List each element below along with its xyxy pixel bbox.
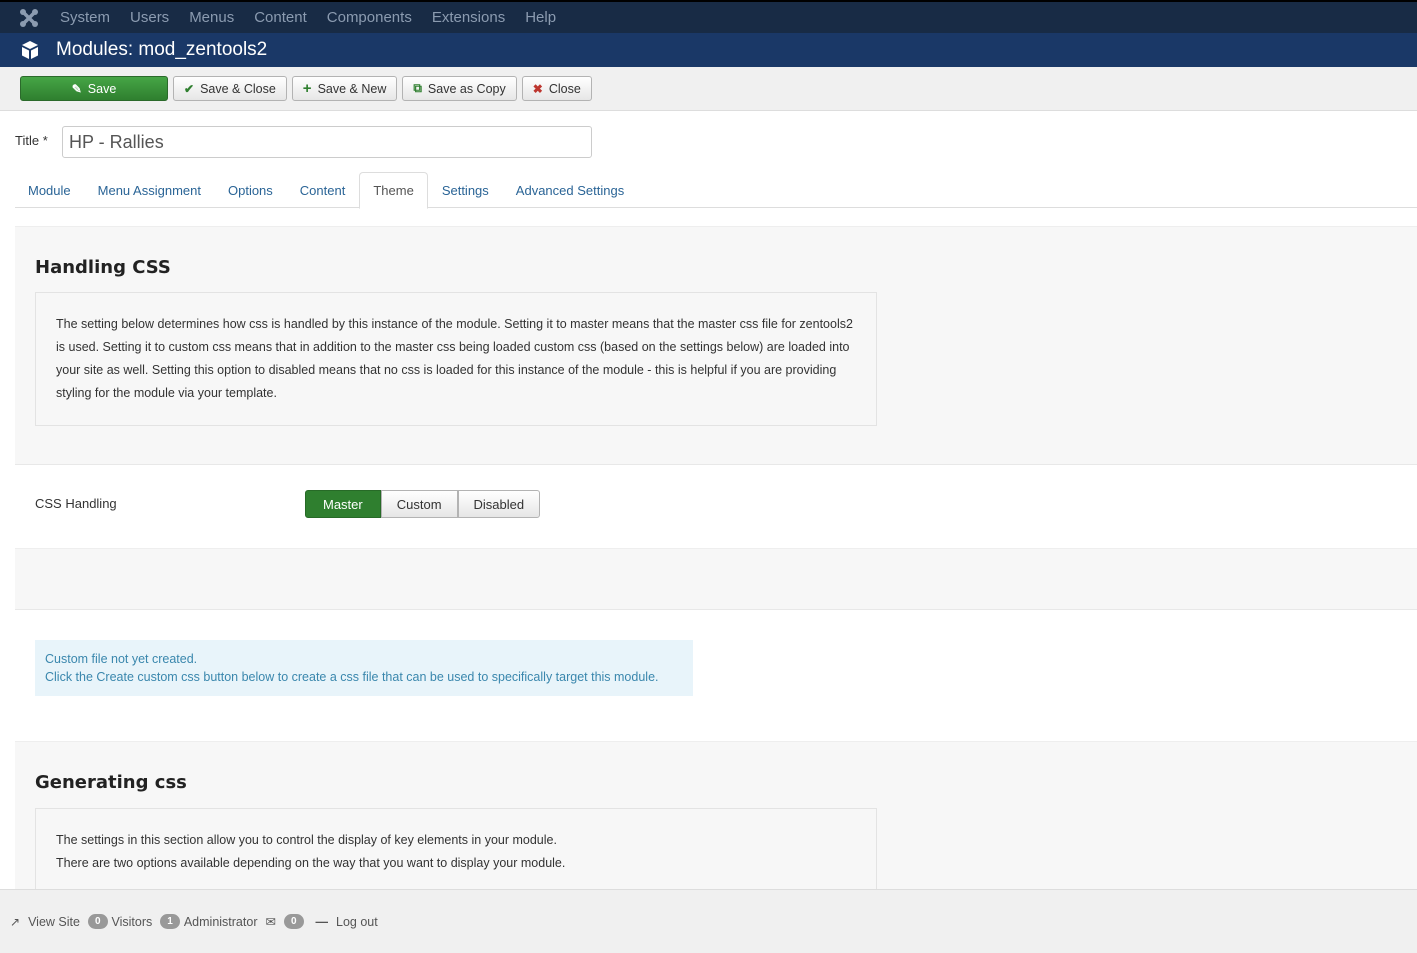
menu-menus[interactable]: Menus [189,9,234,26]
tab-bar: Module Menu Assignment Options Content T… [15,172,1417,209]
status-bar: ↗ View Site 0 Visitors 1 Administrator ✉… [0,889,1417,953]
menu-content[interactable]: Content [254,9,307,26]
save-copy-button[interactable]: ⧉ Save as Copy [402,76,517,101]
minus-icon: — [315,914,329,929]
save-close-button[interactable]: ✔ Save & Close [173,76,287,101]
visitors-count-badge: 0 [87,914,108,929]
tab-content[interactable]: Content [287,172,359,208]
visitors-indicator: 0 Visitors [87,914,153,929]
spacer-section [15,548,1417,610]
css-handling-disabled[interactable]: Disabled [457,490,541,518]
admin-count-badge: 1 [160,914,180,929]
close-label: Close [548,81,581,96]
save-new-label: Save & New [317,81,387,96]
save-new-button[interactable]: + Save & New [291,76,398,101]
generating-css-line-2: There are two options available dependin… [56,856,566,870]
messages-indicator[interactable]: ✉ 0 [265,914,307,929]
generating-css-description: The settings in this section allow you t… [35,808,877,890]
tab-options[interactable]: Options [215,172,286,208]
menu-components[interactable]: Components [327,9,412,26]
info-alert: Custom file not yet created. Click the C… [35,640,693,696]
generating-css-heading: Generating css [35,772,187,793]
toolbar: ✎ Save ✔ Save & Close + Save & New ⧉ Sav… [0,67,1417,111]
alert-line-2: Click the Create custom css button below… [45,670,659,684]
external-link-icon: ↗ [10,914,21,929]
tab-module[interactable]: Module [15,172,84,208]
view-site-link[interactable]: ↗ View Site [10,915,80,929]
logout-label: Log out [336,914,378,929]
save-copy-label: Save as Copy [427,81,506,96]
handling-css-heading: Handling CSS [35,257,171,278]
view-site-label: View Site [28,914,80,929]
handling-css-section: Handling CSS The setting below determine… [15,226,1417,465]
tab-theme[interactable]: Theme [359,172,428,209]
edit-icon: ✎ [71,81,82,96]
alert-line-1: Custom file not yet created. [45,652,198,666]
top-nav: System Users Menus Content Components Ex… [0,0,1417,33]
plus-icon: + [302,80,312,97]
menu-users[interactable]: Users [130,9,169,26]
css-handling-toggle: Master Custom Disabled [305,490,541,518]
visitors-label: Visitors [111,914,153,929]
checkmark-icon: ✔ [184,81,195,96]
title-input[interactable] [62,126,592,158]
menu-help[interactable]: Help [525,9,556,26]
copy-icon: ⧉ [413,81,422,95]
menu-extensions[interactable]: Extensions [432,9,505,26]
save-close-label: Save & Close [200,81,276,96]
logout-link[interactable]: — Log out [316,915,378,929]
close-circle-icon: ✖ [532,81,543,96]
handling-css-description: The setting below determines how css is … [35,292,877,426]
save-button[interactable]: ✎ Save [20,76,168,101]
close-button[interactable]: ✖ Close [521,76,592,101]
admin-label: Administrator [183,914,258,929]
tab-menu-assignment[interactable]: Menu Assignment [85,172,214,208]
menu-system[interactable]: System [60,9,110,26]
tab-advanced-settings[interactable]: Advanced Settings [503,172,637,208]
page-header: Modules: mod_zentools2 [0,33,1417,67]
generating-css-line-1: The settings in this section allow you t… [56,833,557,847]
joomla-logo-icon[interactable] [18,7,40,29]
save-label: Save [87,81,117,96]
css-handling-label: CSS Handling [35,496,117,511]
generating-css-section: Generating css The settings in this sect… [15,741,1417,890]
css-handling-custom[interactable]: Custom [380,490,458,518]
css-handling-master[interactable]: Master [305,490,381,518]
cube-icon [22,41,38,59]
page-title: Modules: mod_zentools2 [56,39,268,60]
title-label: Title * [15,133,48,148]
admin-indicator: 1 Administrator [160,914,257,929]
messages-count-badge: 0 [283,914,304,929]
envelope-icon: ✉ [265,915,276,929]
tab-settings[interactable]: Settings [429,172,502,208]
